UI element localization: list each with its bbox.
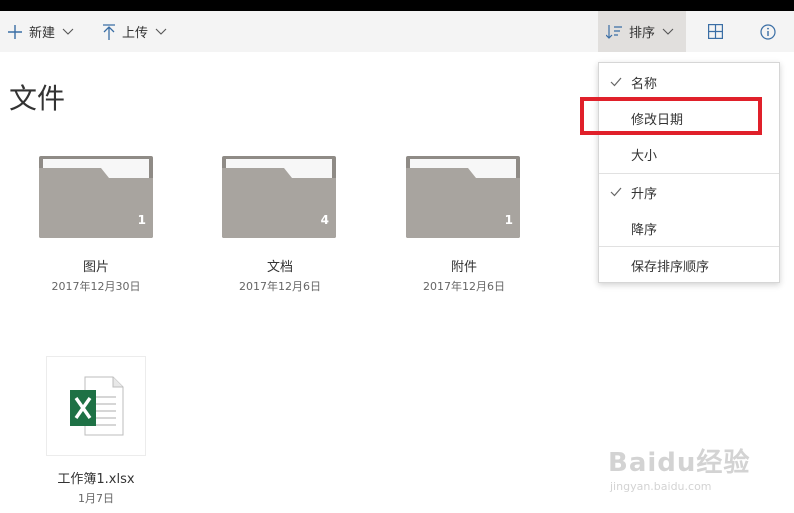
item-count-badge: 1: [137, 213, 146, 227]
folder-tile[interactable]: 图片 2017年12月30日: [26, 256, 166, 294]
sort-by-name-item[interactable]: 名称: [599, 64, 779, 100]
sort-button-label: 排序: [629, 26, 656, 41]
file-date: 1月7日: [78, 492, 114, 505]
folder-tile[interactable]: 文档 2017年12月6日: [210, 256, 350, 294]
sort-descending-item[interactable]: 降序: [599, 210, 779, 246]
plus-icon: [8, 24, 22, 39]
chevron-down-icon: [662, 28, 674, 36]
folder-date: 2017年12月30日: [51, 280, 141, 293]
info-icon: [760, 23, 776, 40]
folder-icon[interactable]: 1: [406, 156, 520, 238]
chevron-down-icon: [62, 28, 74, 36]
item-count-badge: 4: [320, 213, 329, 227]
info-button[interactable]: [759, 11, 777, 52]
folder-date: 2017年12月6日: [423, 280, 505, 293]
annotation-highlight-box: [580, 97, 762, 135]
page-title: 文件: [9, 82, 66, 115]
sort-ascending-item[interactable]: 升序: [599, 174, 779, 210]
watermark-url: jingyan.baidu.com: [610, 480, 712, 493]
folder-date: 2017年12月6日: [239, 280, 321, 293]
sort-by-size-item[interactable]: 大小: [599, 136, 779, 172]
file-name[interactable]: 工作簿1.xlsx: [26, 468, 166, 487]
grid-view-icon: [707, 24, 723, 39]
folder-icon[interactable]: 4: [222, 156, 336, 238]
new-button[interactable]: 新建: [8, 11, 74, 52]
check-icon: [610, 186, 622, 201]
folder-name[interactable]: 附件: [394, 256, 534, 275]
sort-menu: 名称 修改日期 大小 升序 降序 保存排序顺序: [598, 62, 780, 283]
upload-button-label: 上传: [122, 26, 149, 41]
save-sort-order-item[interactable]: 保存排序顺序: [599, 247, 779, 283]
menu-item-label: 名称: [631, 76, 658, 92]
chevron-down-icon: [155, 28, 167, 36]
folder-name[interactable]: 文档: [210, 256, 350, 275]
upload-arrow-icon: [103, 23, 115, 40]
item-count-badge: 1: [504, 213, 513, 227]
file-tile[interactable]: 工作簿1.xlsx 1月7日: [26, 468, 166, 506]
excel-icon: [70, 376, 124, 436]
check-icon: [610, 76, 622, 91]
sort-button[interactable]: 排序: [598, 11, 686, 52]
folder-icon[interactable]: 1: [39, 156, 153, 238]
sort-icon: [606, 24, 622, 39]
file-thumbnail[interactable]: [47, 357, 145, 455]
menu-item-label: 大小: [631, 148, 658, 164]
view-toggle-button[interactable]: [706, 11, 724, 52]
folder-name[interactable]: 图片: [26, 256, 166, 275]
folder-tile[interactable]: 附件 2017年12月6日: [394, 256, 534, 294]
watermark-brand: Baidu经验: [608, 448, 751, 478]
window-top-strip: [0, 0, 794, 11]
watermark: Baidu经验 jingyan.baidu.com: [608, 442, 751, 493]
new-button-label: 新建: [29, 26, 56, 41]
upload-button[interactable]: 上传: [103, 11, 167, 52]
menu-item-label: 保存排序顺序: [631, 259, 710, 275]
menu-item-label: 升序: [631, 186, 658, 202]
menu-item-label: 降序: [631, 222, 658, 238]
